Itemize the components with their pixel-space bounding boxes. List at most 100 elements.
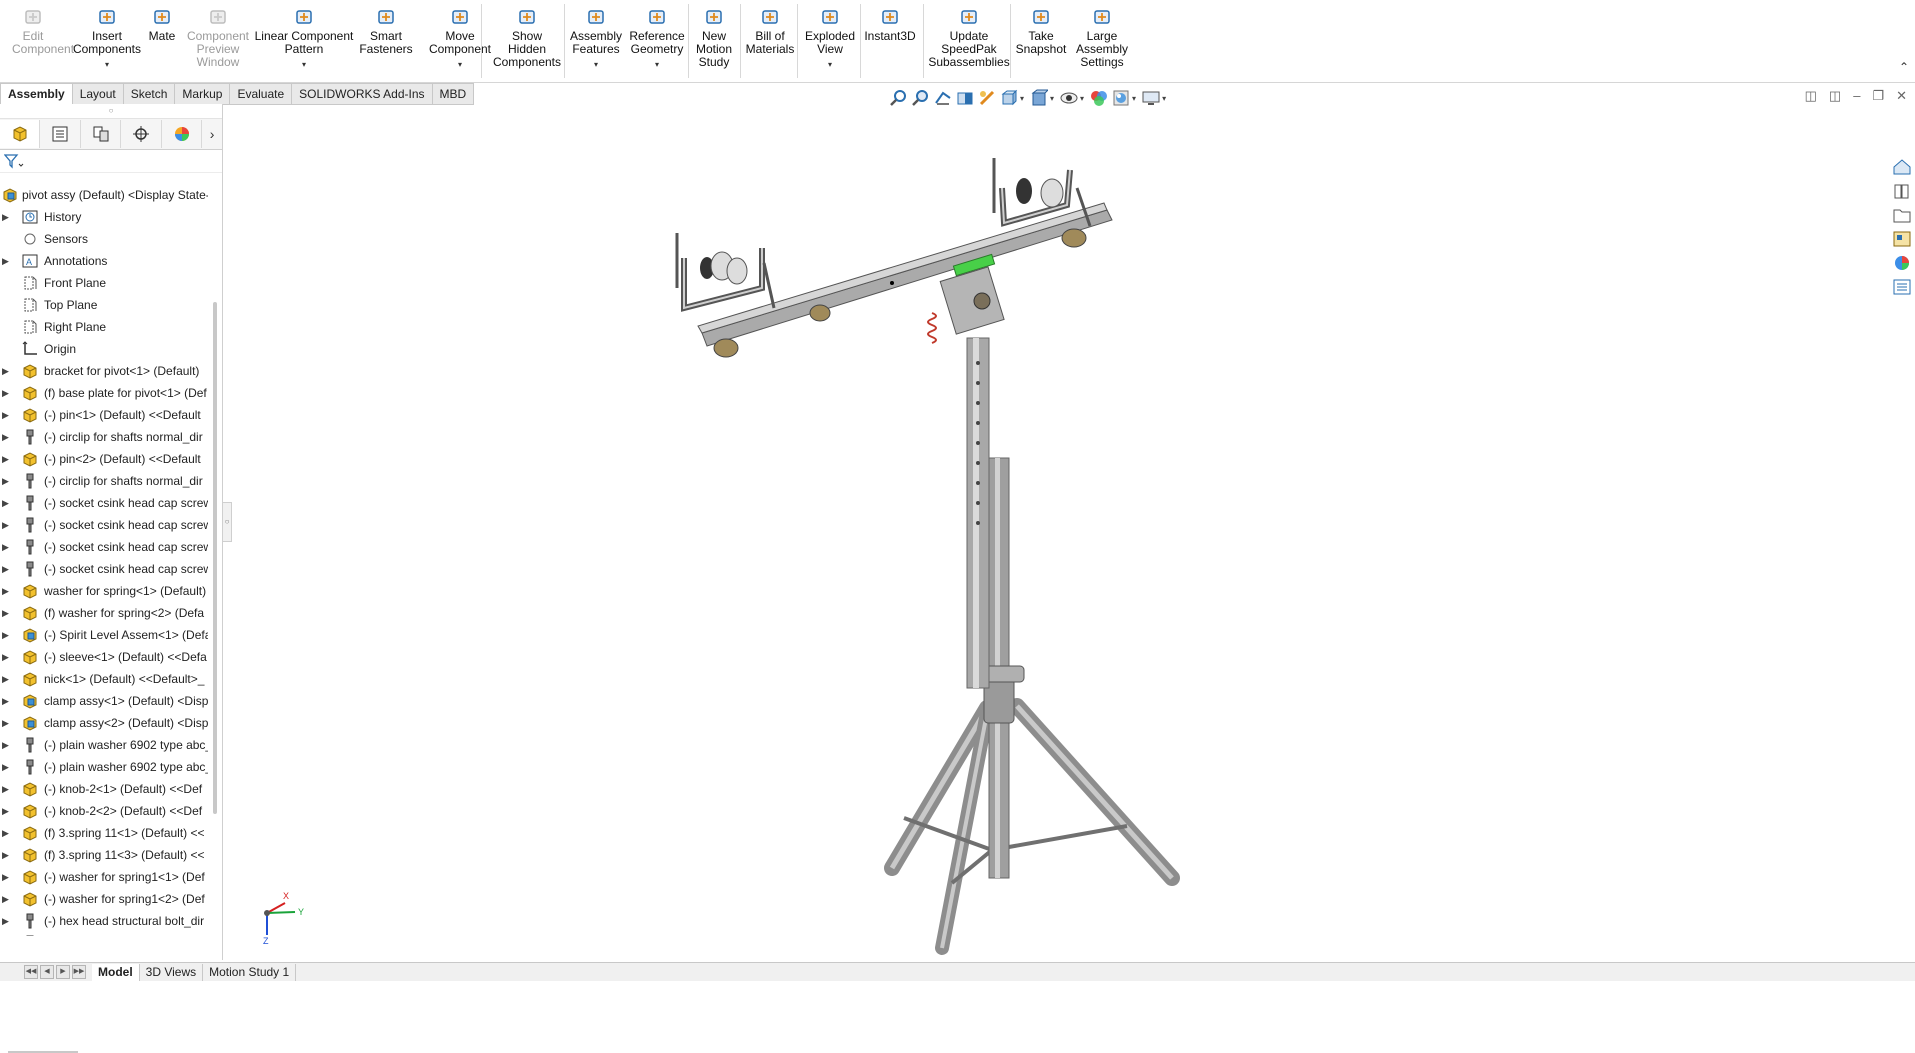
feature-manager-tab[interactable]	[0, 120, 41, 148]
smart-fasteners-button[interactable]: Smart Fasteners	[358, 4, 414, 78]
assembly-features-button[interactable]: Assembly Features ▾	[569, 4, 623, 78]
panel-grip[interactable]: ○	[0, 104, 222, 119]
display-style-dropdown-icon[interactable]: ▾	[1050, 94, 1054, 103]
insert-components-button[interactable]: Insert Components ▾	[70, 4, 144, 78]
dropdown-caret-icon[interactable]: ▾	[70, 58, 144, 71]
maximize-icon[interactable]: ❐	[1872, 88, 1884, 104]
expand-arrow-icon[interactable]: ▶	[2, 778, 14, 800]
tree-item[interactable]: ▶ (-) pin<1> (Default) <<Default	[0, 404, 208, 426]
tree-item[interactable]: ▶ clamp assy<1> (Default) <Disp	[0, 690, 208, 712]
expand-arrow-icon[interactable]: ▶	[2, 470, 14, 492]
expand-arrow-icon[interactable]: ▶	[2, 250, 14, 272]
new-motion-study-button[interactable]: New Motion Study	[691, 4, 737, 78]
expand-arrow-icon[interactable]: ▶	[2, 580, 14, 602]
expand-arrow-icon[interactable]: ▶	[2, 536, 14, 558]
expand-arrow-icon[interactable]: ▶	[2, 426, 14, 448]
home-icon[interactable]	[1892, 158, 1912, 176]
tree-root-assembly[interactable]: pivot assy (Default) <Display State-	[0, 184, 208, 206]
exploded-view-button[interactable]: Exploded View ▾	[801, 4, 859, 78]
tree-item[interactable]: ▶ (-) plain washer 6902 type abc_	[0, 734, 208, 756]
zoom-to-fit-icon[interactable]	[890, 89, 908, 107]
linear-component-pattern-button[interactable]: Linear Component Pattern ▾	[253, 4, 355, 78]
tree-item[interactable]: ▶ A Annotations	[0, 250, 208, 272]
graphics-area[interactable]	[232, 108, 1887, 960]
tree-item[interactable]: Origin	[0, 338, 208, 360]
restore-right-icon[interactable]: ◫	[1829, 88, 1841, 104]
tree-item[interactable]: ▶ (-) socket csink head cap screw	[0, 536, 208, 558]
tree-item[interactable]: Sensors	[0, 228, 208, 250]
edit-component-button[interactable]: Edit Component	[12, 4, 74, 78]
last-tab-icon[interactable]: ▶▶	[72, 965, 86, 979]
appearances-icon[interactable]	[1892, 254, 1912, 272]
configuration-manager-tab[interactable]	[81, 120, 122, 148]
tree-item[interactable]: ▶ (f) base plate for pivot<1> (Def	[0, 382, 208, 404]
tree-item[interactable]: ▶ (-) washer for spring1<2> (Def	[0, 888, 208, 910]
file-explorer-icon[interactable]	[1892, 206, 1912, 224]
tree-item[interactable]: ▶ (f) 3.spring 11<1> (Default) <<	[0, 822, 208, 844]
expand-arrow-icon[interactable]: ▶	[2, 360, 14, 382]
view-settings-dropdown-icon[interactable]: ▾	[1162, 94, 1166, 103]
move-component-button[interactable]: Move Component ▾	[427, 4, 493, 78]
large-assembly-settings-button[interactable]: Large Assembly Settings	[1075, 4, 1129, 78]
tree-item[interactable]: ▶ (-) plain washer 6902 type abc_	[0, 756, 208, 778]
tree-item[interactable]: ▶ (-) knob-2<2> (Default) <<Def	[0, 800, 208, 822]
zoom-to-area-icon[interactable]	[912, 89, 930, 107]
tree-item[interactable]: ▶ bracket for pivot<1> (Default)	[0, 360, 208, 382]
display-style-icon[interactable]	[1030, 89, 1049, 107]
view-orientation-icon[interactable]	[1000, 89, 1018, 107]
design-library-icon[interactable]	[1892, 182, 1912, 200]
tree-vertical-scrollbar[interactable]	[213, 302, 217, 814]
expand-arrow-icon[interactable]: ▶	[2, 624, 14, 646]
bottom-tab-motion-study-1[interactable]: Motion Study 1	[203, 963, 297, 981]
tree-item[interactable]: ▶ clamp assy<2> (Default) <Disp	[0, 712, 208, 734]
instant3d-button[interactable]: Instant3D	[864, 4, 916, 78]
tab-mbd[interactable]: MBD	[432, 83, 475, 105]
expand-arrow-icon[interactable]: ▶	[2, 492, 14, 514]
close-icon[interactable]: ✕	[1896, 88, 1907, 104]
tree-item[interactable]: ▶ (-) knob-2<1> (Default) <<Def	[0, 778, 208, 800]
expand-arrow-icon[interactable]: ▶	[2, 888, 14, 910]
tree-item[interactable]: ▶ History	[0, 206, 208, 228]
expand-arrow-icon[interactable]: ▶	[2, 514, 14, 536]
expand-arrow-icon[interactable]: ▶	[2, 910, 14, 932]
apply-scene-dropdown-icon[interactable]: ▾	[1132, 94, 1136, 103]
expand-arrow-icon[interactable]: ▶	[2, 800, 14, 822]
apply-scene-icon[interactable]	[1112, 89, 1130, 107]
expand-arrow-icon[interactable]: ▶	[2, 668, 14, 690]
panel-splitter-handle[interactable]: ○	[222, 502, 232, 542]
tree-item[interactable]: Right Plane	[0, 316, 208, 338]
expand-arrow-icon[interactable]: ▶	[2, 844, 14, 866]
tree-item[interactable]: ▶ (-) washer for spring1<1> (Def	[0, 866, 208, 888]
tree-filter[interactable]	[0, 150, 222, 173]
tree-item[interactable]: ▶ (-) pin<2> (Default) <<Default	[0, 448, 208, 470]
more-tabs-icon[interactable]: ›	[202, 126, 222, 142]
previous-tab-icon[interactable]: ◀	[40, 965, 54, 979]
property-manager-tab[interactable]	[40, 120, 81, 148]
expand-arrow-icon[interactable]: ▶	[2, 404, 14, 426]
expand-arrow-icon[interactable]: ▶	[2, 206, 14, 228]
dropdown-caret-icon[interactable]: ▾	[801, 58, 859, 71]
tree-item[interactable]: ▶ (-) socket csink head cap screw	[0, 492, 208, 514]
display-manager-tab[interactable]	[162, 120, 203, 148]
tree-item[interactable]: Front Plane	[0, 272, 208, 294]
tree-item[interactable]: ▶ (-) Spirit Level Assem<1> (Defa	[0, 624, 208, 646]
tree-item[interactable]: ▶ (-) circlip for shafts normal_dir	[0, 470, 208, 492]
tab-solidworks-add-ins[interactable]: SOLIDWORKS Add-Ins	[292, 83, 433, 105]
view-palette-icon[interactable]	[1892, 230, 1912, 248]
hide-show-items-icon[interactable]	[1060, 89, 1078, 107]
tree-item[interactable]: ▶ (-) socket csink head cap screw	[0, 514, 208, 536]
bottom-tab-model[interactable]: Model	[92, 963, 140, 981]
expand-arrow-icon[interactable]: ▶	[2, 756, 14, 778]
expand-arrow-icon[interactable]: ▶	[2, 866, 14, 888]
dimxpert-manager-tab[interactable]	[121, 120, 162, 148]
tree-item[interactable]: ▶ (-) hex head structural bolt_dir	[0, 910, 208, 932]
expand-arrow-icon[interactable]: ▶	[2, 382, 14, 404]
tree-item[interactable]: Top Plane	[0, 294, 208, 316]
expand-arrow-icon[interactable]: ▶	[2, 602, 14, 624]
filter-icon[interactable]	[4, 153, 24, 169]
tree-item[interactable]: ▶ (-) socket csink head cap screw	[0, 558, 208, 580]
tree-item[interactable]: ▶ (f) 3.spring 11<3> (Default) <<	[0, 844, 208, 866]
component-preview-window-button[interactable]: Component Preview Window	[184, 4, 252, 78]
expand-arrow-icon[interactable]: ▶	[2, 734, 14, 756]
tab-evaluate[interactable]: Evaluate	[230, 83, 293, 105]
